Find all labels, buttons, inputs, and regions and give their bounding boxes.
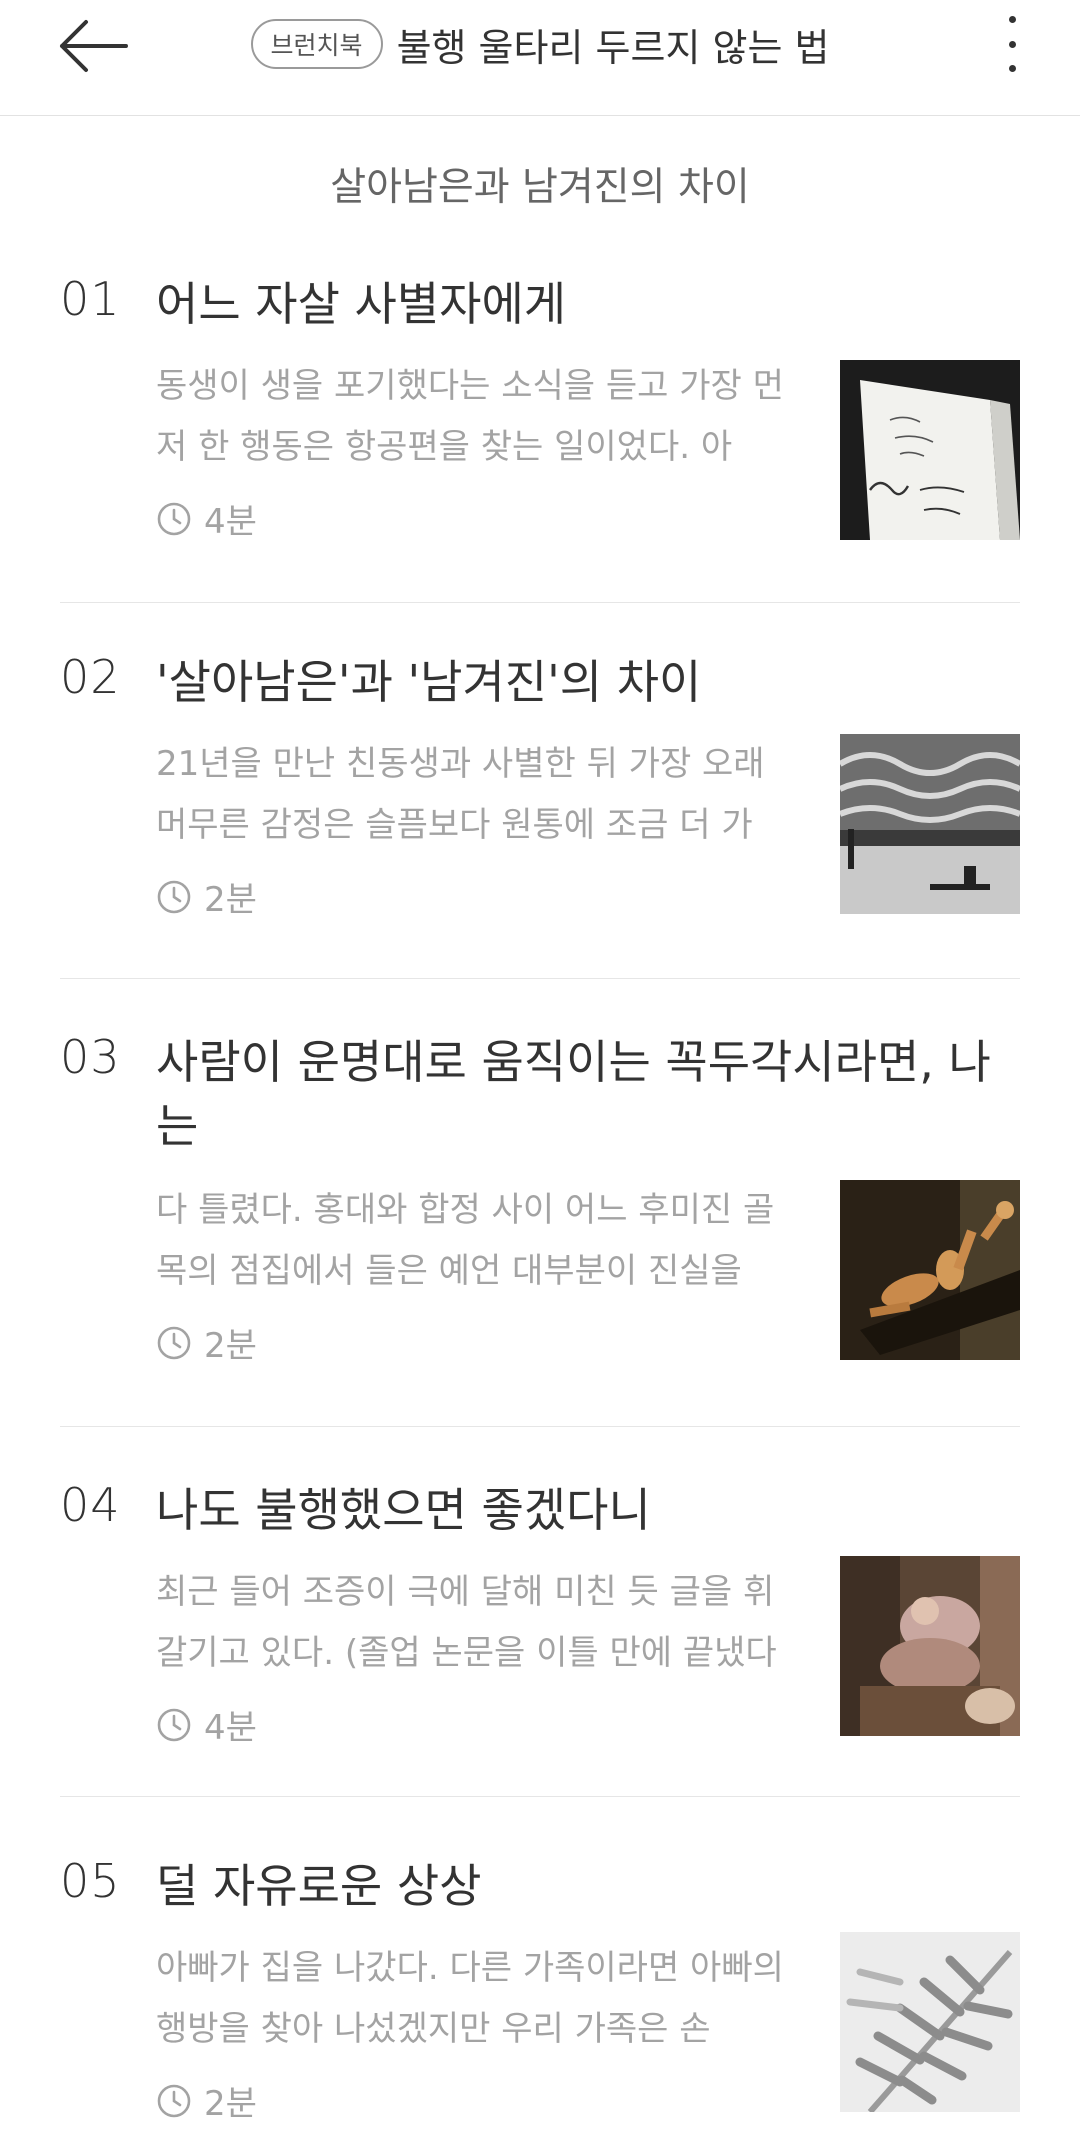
item-number: 01 [60,272,121,326]
item-thumbnail[interactable] [840,1556,1020,1736]
brunchbook-badge[interactable]: 브런치북 [250,19,383,69]
divider [60,1426,1020,1427]
item-excerpt: 동생이 생을 포기했다는 소식을 듣고 가장 먼저 한 행동은 항공편을 찾는 … [156,366,784,467]
item-number: 05 [60,1854,121,1908]
read-time: 2분 [156,1318,257,1367]
clock-icon [157,880,191,913]
clock-icon [157,1708,191,1741]
read-time: 2분 [156,872,257,921]
item-excerpt: 다 틀렸다. 홍대와 합정 사이 어느 후미진 골목의 점집에서 들은 예언 대… [156,1190,775,1291]
book-subtitle: 살아남은과 남겨진의 차이 [330,165,750,210]
item-number: 03 [60,1030,121,1084]
divider [60,978,1020,979]
list-item-04[interactable]: 04 나도 불행했으면 좋겠다니 최근 들어 조증이 극에 달해 미친 듯 글을… [60,1478,1020,1768]
item-thumbnail[interactable] [840,360,1020,540]
clock-icon [157,1326,191,1359]
item-thumbnail[interactable] [840,1932,1020,2112]
book-title[interactable]: 불행 울타리 두르지 않는 법 [397,17,830,72]
divider [60,1796,1020,1797]
clock-icon [157,2084,191,2117]
header-title-group: 브런치북 불행 울타리 두르지 않는 법 [0,0,1080,88]
item-title[interactable]: 어느 자살 사별자에게 [156,272,1020,336]
item-title[interactable]: '살아남은'과 '남겨진'의 차이 [156,650,1020,714]
top-bar: 브런치북 불행 울타리 두르지 않는 법 [0,0,1080,116]
list-item-05[interactable]: 05 덜 자유로운 상상 아빠가 집을 나갔다. 다른 가족이라면 아빠의 행방… [60,1854,1020,2144]
item-excerpt: 아빠가 집을 나갔다. 다른 가족이라면 아빠의 행방을 찾아 나섰겠지만 우리… [156,1948,784,2049]
read-time-label: 2분 [204,2084,257,2124]
list-item-02[interactable]: 02 '살아남은'과 '남겨진'의 차이 21년을 만난 친동생과 사별한 뒤 … [60,650,1020,940]
item-thumbnail[interactable] [840,734,1020,914]
read-time-label: 4분 [204,502,257,542]
item-title[interactable]: 덜 자유로운 상상 [156,1854,1020,1918]
clock-icon [157,502,191,535]
divider [60,602,1020,603]
read-time-label: 2분 [204,880,257,920]
item-excerpt: 21년을 만난 친동생과 사별한 뒤 가장 오래 머무른 감정은 슬픔보다 원통… [156,744,765,845]
list-item-03[interactable]: 03 사람이 운명대로 움직이는 꼭두각시라면, 나는 다 틀렸다. 홍대와 합… [60,1030,1020,1370]
item-title[interactable]: 사람이 운명대로 움직이는 꼭두각시라면, 나는 [156,1030,1020,1158]
read-time: 4분 [156,1700,257,1749]
list-item-01[interactable]: 01 어느 자살 사별자에게 동생이 생을 포기했다는 소식을 듣고 가장 먼저… [60,272,1020,562]
read-time: 4분 [156,494,257,543]
read-time-label: 4분 [204,1708,257,1748]
item-title[interactable]: 나도 불행했으면 좋겠다니 [156,1478,1020,1542]
read-time: 2분 [156,2076,257,2125]
item-thumbnail[interactable] [840,1180,1020,1360]
item-number: 02 [60,650,121,704]
item-excerpt: 최근 들어 조증이 극에 달해 미친 듯 글을 휘갈기고 있다. (졸업 논문을… [156,1572,777,1673]
item-number: 04 [60,1478,121,1532]
more-options-icon[interactable] [1000,12,1024,76]
read-time-label: 2분 [204,1326,257,1366]
